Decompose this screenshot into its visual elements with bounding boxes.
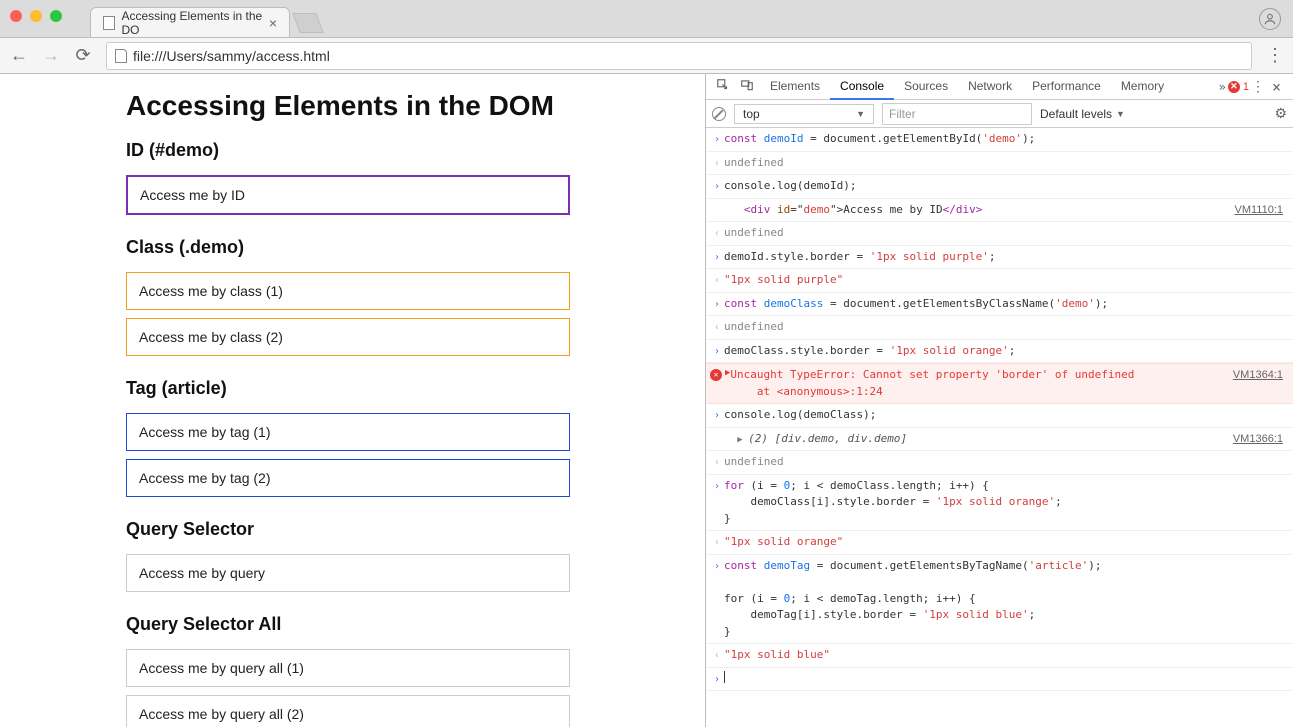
- devtools-tab-sources[interactable]: Sources: [894, 74, 958, 100]
- devtools-menu-icon[interactable]: ⋮: [1251, 79, 1264, 95]
- profile-avatar-icon[interactable]: [1259, 8, 1281, 30]
- filter-input[interactable]: Filter: [882, 103, 1032, 125]
- devtools-tab-performance[interactable]: Performance: [1022, 74, 1111, 100]
- console-row: ›const demoClass = document.getElementsB…: [706, 293, 1293, 317]
- console-row: ‹"1px solid blue": [706, 644, 1293, 668]
- browser-tab[interactable]: Accessing Elements in the DO ×: [90, 7, 290, 37]
- back-button[interactable]: ←: [10, 45, 28, 66]
- console-row: ‹undefined: [706, 316, 1293, 340]
- demo-box: Access me by query all (1): [126, 649, 570, 687]
- devtools-tab-network[interactable]: Network: [958, 74, 1022, 100]
- browser-menu-icon[interactable]: ⋮: [1266, 45, 1283, 66]
- url-text: file:///Users/sammy/access.html: [133, 48, 330, 64]
- new-tab-button[interactable]: [292, 13, 323, 33]
- section-heading: ID (#demo): [126, 140, 705, 161]
- console-row: ‹"1px solid orange": [706, 531, 1293, 555]
- work-area: Accessing Elements in the DOM ID (#demo)…: [0, 74, 1293, 727]
- console-row: ›const demoId = document.getElementById(…: [706, 128, 1293, 152]
- console-row: ›console.log(demoClass);: [706, 404, 1293, 428]
- reload-button[interactable]: ⟳: [74, 45, 92, 66]
- devtools-close-icon[interactable]: ×: [1266, 78, 1287, 96]
- console-row: ›demoId.style.border = '1px solid purple…: [706, 246, 1293, 270]
- console-row: ›: [706, 668, 1293, 691]
- console-row: ▶ (2) [div.demo, div.demo]VM1366:1: [706, 428, 1293, 452]
- window-titlebar: Accessing Elements in the DO ×: [0, 0, 1293, 38]
- demo-box: Access me by class (1): [126, 272, 570, 310]
- page-title: Accessing Elements in the DOM: [126, 90, 705, 122]
- source-link[interactable]: VM1364:1: [1233, 367, 1287, 384]
- console-row: ‹undefined: [706, 222, 1293, 246]
- devtools-panel: ElementsConsoleSourcesNetworkPerformance…: [705, 74, 1293, 727]
- section-heading: Class (.demo): [126, 237, 705, 258]
- close-tab-icon[interactable]: ×: [269, 15, 277, 31]
- tab-title: Accessing Elements in the DO: [121, 9, 262, 37]
- forward-button: →: [42, 45, 60, 66]
- inspect-element-icon[interactable]: [712, 78, 734, 96]
- minimize-window-icon[interactable]: [30, 10, 42, 22]
- section-heading: Query Selector All: [126, 614, 705, 635]
- console-row: ›for (i = 0; i < demoClass.length; i++) …: [706, 475, 1293, 532]
- demo-box: Access me by tag (2): [126, 459, 570, 497]
- context-selector[interactable]: top▼: [734, 104, 874, 124]
- console-row: <div id="demo">Access me by ID</div>VM11…: [706, 199, 1293, 223]
- demo-box: Access me by class (2): [126, 318, 570, 356]
- section-heading: Tag (article): [126, 378, 705, 399]
- more-tabs-icon[interactable]: »: [1219, 80, 1226, 94]
- console-output[interactable]: ›const demoId = document.getElementById(…: [706, 128, 1293, 727]
- console-row: ‹"1px solid purple": [706, 269, 1293, 293]
- page-icon: [115, 49, 127, 63]
- console-row: ›console.log(demoId);: [706, 175, 1293, 199]
- devtools-tab-console[interactable]: Console: [830, 74, 894, 100]
- devtools-tab-memory[interactable]: Memory: [1111, 74, 1174, 100]
- source-link[interactable]: VM1110:1: [1234, 202, 1287, 219]
- zoom-window-icon[interactable]: [50, 10, 62, 22]
- console-row: ›const demoTag = document.getElementsByT…: [706, 555, 1293, 645]
- error-count-badge[interactable]: ✕1: [1228, 81, 1249, 93]
- error-icon: ✕: [710, 369, 722, 381]
- console-toolbar: top▼ Filter Default levels▼ ⚙: [706, 100, 1293, 128]
- section-heading: Query Selector: [126, 519, 705, 540]
- devtools-tabbar: ElementsConsoleSourcesNetworkPerformance…: [706, 74, 1293, 100]
- demo-box: Access me by ID: [126, 175, 570, 215]
- console-row: ✕▶Uncaught TypeError: Cannot set propert…: [706, 363, 1293, 404]
- devtools-tab-elements[interactable]: Elements: [760, 74, 830, 100]
- demo-box: Access me by query: [126, 554, 570, 592]
- console-row: ‹undefined: [706, 152, 1293, 176]
- browser-toolbar: ← → ⟳ file:///Users/sammy/access.html ⋮: [0, 38, 1293, 74]
- close-window-icon[interactable]: [10, 10, 22, 22]
- source-link[interactable]: VM1366:1: [1233, 431, 1287, 448]
- favicon-icon: [103, 16, 115, 30]
- console-settings-icon[interactable]: ⚙: [1274, 105, 1287, 122]
- page-content: Accessing Elements in the DOM ID (#demo)…: [0, 74, 705, 727]
- log-levels-selector[interactable]: Default levels▼: [1040, 107, 1125, 121]
- address-bar[interactable]: file:///Users/sammy/access.html: [106, 42, 1252, 70]
- device-toolbar-icon[interactable]: [736, 78, 758, 96]
- tab-strip: Accessing Elements in the DO ×: [90, 0, 320, 37]
- demo-box: Access me by tag (1): [126, 413, 570, 451]
- demo-box: Access me by query all (2): [126, 695, 570, 727]
- console-row: ‹undefined: [706, 451, 1293, 475]
- window-controls: [10, 10, 62, 22]
- clear-console-icon[interactable]: [712, 107, 726, 121]
- console-row: ›demoClass.style.border = '1px solid ora…: [706, 340, 1293, 364]
